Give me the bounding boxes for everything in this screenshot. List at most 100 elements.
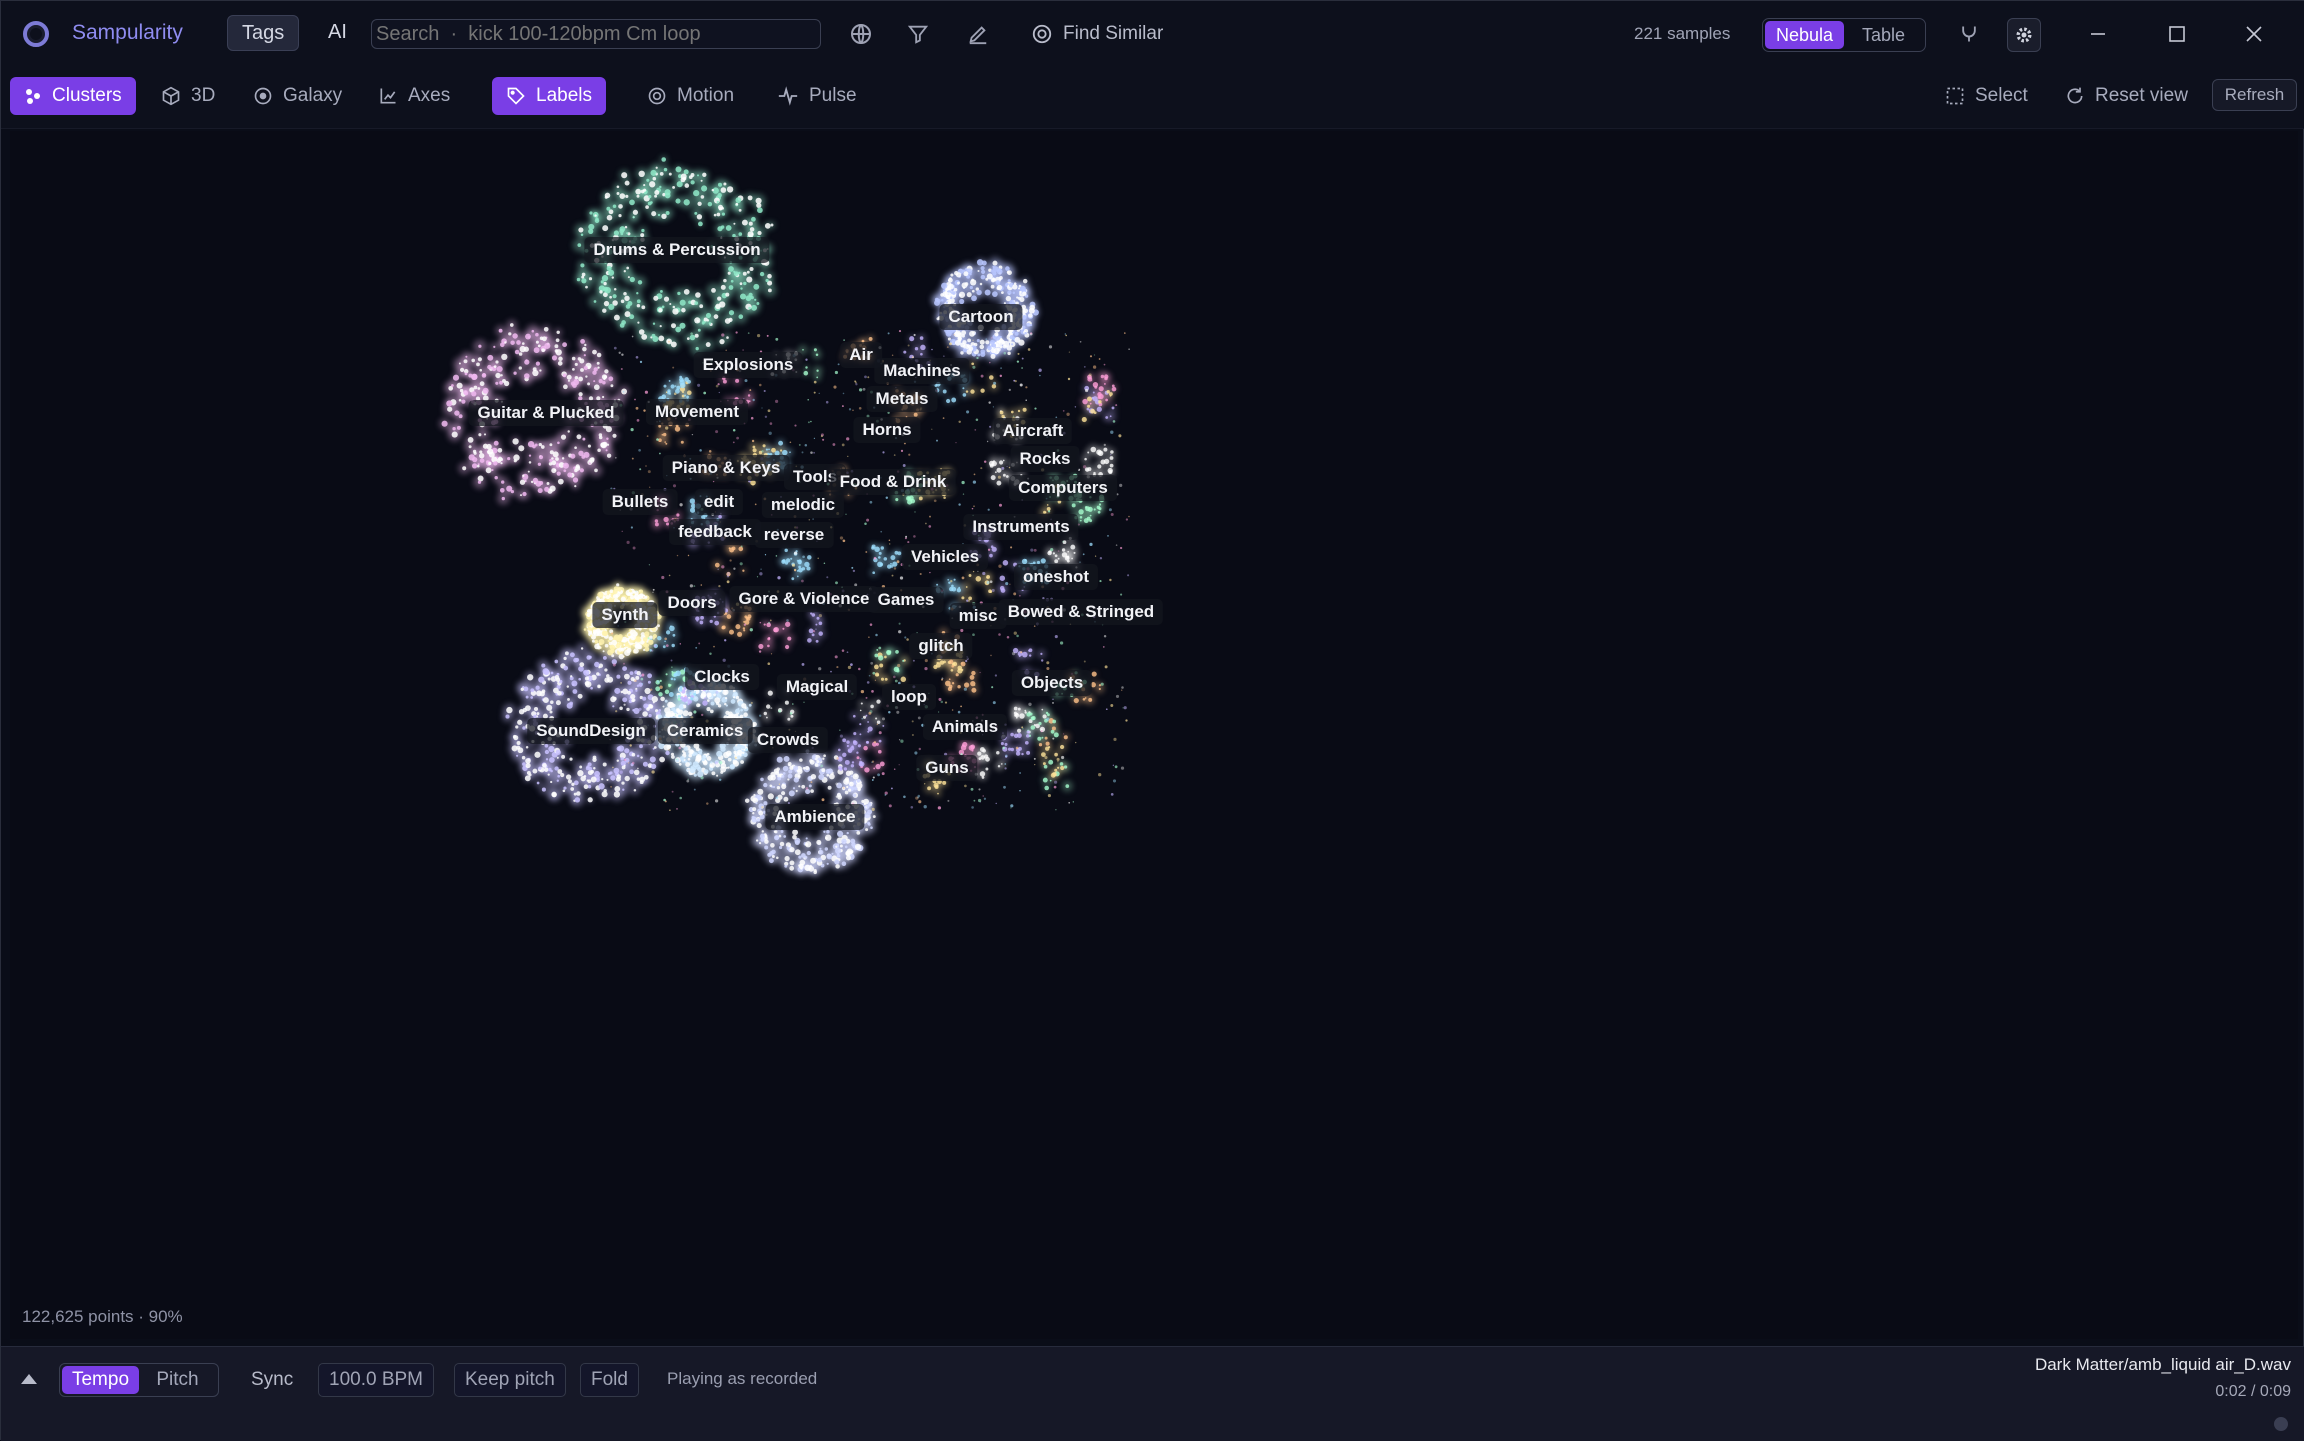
cluster-label[interactable]: Horns: [853, 417, 920, 443]
pencil-icon[interactable]: [965, 21, 991, 47]
cluster-label[interactable]: Piano & Keys: [663, 455, 790, 481]
maximize-icon[interactable]: [2162, 19, 2192, 49]
cluster-label[interactable]: Movement: [646, 399, 748, 425]
fold-button[interactable]: Fold: [580, 1363, 639, 1397]
cluster-label[interactable]: loop: [882, 684, 936, 710]
settings-button[interactable]: [2007, 18, 2041, 52]
axes-label: Axes: [408, 85, 450, 107]
axes-button[interactable]: Axes: [364, 77, 464, 115]
tag-icon: [506, 86, 526, 106]
cluster-label[interactable]: Synth: [592, 602, 657, 628]
search-input[interactable]: [376, 23, 820, 46]
cluster-label[interactable]: SoundDesign: [527, 718, 655, 744]
mode-tempo[interactable]: Tempo: [62, 1366, 139, 1394]
cluster-label[interactable]: reverse: [755, 522, 834, 548]
minimize-icon[interactable]: [2083, 19, 2113, 49]
axes-icon: [378, 86, 398, 106]
labels-button[interactable]: Labels: [492, 77, 606, 115]
nebula-canvas[interactable]: Drums & PercussionCartoonAirExplosionsMa…: [10, 131, 2298, 1339]
motion-label: Motion: [677, 85, 734, 107]
cluster-label[interactable]: glitch: [909, 633, 972, 659]
mode-pitch[interactable]: Pitch: [139, 1366, 216, 1394]
cluster-label[interactable]: Magical: [777, 674, 857, 700]
motion-button[interactable]: Motion: [633, 77, 748, 115]
tab-tags[interactable]: Tags: [227, 15, 299, 51]
title-bar: Sampularity Tags AI Find Similar 221 sam…: [1, 1, 2304, 67]
cluster-label[interactable]: Crowds: [748, 727, 828, 753]
cluster-label[interactable]: feedback: [669, 519, 761, 545]
cluster-label[interactable]: Drums & Percussion: [584, 237, 769, 263]
cluster-label[interactable]: melodic: [762, 492, 844, 518]
now-playing-file: Dark Matter/amb_liquid air_D.wav: [2035, 1355, 2291, 1375]
collapse-up-icon[interactable]: [19, 1370, 39, 1388]
3d-label: 3D: [191, 85, 215, 107]
clusters-label: Clusters: [52, 85, 122, 107]
tab-ai[interactable]: AI: [314, 15, 361, 51]
cluster-label[interactable]: Ambience: [765, 804, 864, 830]
reset-view-label: Reset view: [2095, 85, 2188, 107]
cluster-label[interactable]: Computers: [1009, 475, 1117, 501]
pulse-icon: [777, 85, 799, 107]
globe-icon[interactable]: [848, 21, 874, 47]
cluster-label[interactable]: Bullets: [603, 489, 678, 515]
close-icon[interactable]: [2239, 19, 2269, 49]
clusters-icon: [24, 87, 42, 105]
cluster-label[interactable]: Bowed & Stringed: [999, 599, 1163, 625]
cluster-label[interactable]: Games: [869, 587, 944, 613]
app-name: Sampularity: [72, 21, 183, 45]
select-button[interactable]: Select: [1931, 77, 2042, 115]
cluster-label[interactable]: Guitar & Plucked: [469, 400, 624, 426]
refresh-button[interactable]: Refresh: [2212, 79, 2297, 111]
nebula-points: [10, 131, 2298, 1339]
view-nebula[interactable]: Nebula: [1765, 21, 1844, 49]
cluster-label[interactable]: Vehicles: [902, 544, 988, 570]
find-similar-button[interactable]: Find Similar: [1031, 19, 1163, 49]
cluster-label[interactable]: edit: [695, 489, 743, 515]
fork-icon[interactable]: [1956, 21, 1982, 47]
playback-time: 0:02 / 0:09: [2215, 1383, 2291, 1401]
view-table[interactable]: Table: [1844, 21, 1923, 49]
sync-button[interactable]: Sync: [251, 1369, 293, 1391]
playback-mode-toggle: Tempo Pitch: [59, 1363, 219, 1397]
cluster-label[interactable]: Food & Drink: [831, 469, 956, 495]
cluster-label[interactable]: Rocks: [1010, 446, 1079, 472]
3d-button[interactable]: 3D: [147, 77, 229, 115]
cluster-label[interactable]: Explosions: [694, 352, 803, 378]
reset-view-button[interactable]: Reset view: [2051, 77, 2202, 115]
gear-icon: [2014, 25, 2034, 45]
cluster-label[interactable]: Aircraft: [994, 418, 1072, 444]
cluster-label[interactable]: Animals: [923, 714, 1007, 740]
cluster-label[interactable]: Objects: [1012, 670, 1092, 696]
cluster-label[interactable]: Cartoon: [939, 304, 1022, 330]
pulse-label: Pulse: [809, 85, 857, 107]
keep-pitch-button[interactable]: Keep pitch: [454, 1363, 566, 1397]
cluster-label[interactable]: oneshot: [1014, 564, 1098, 590]
playback-status: Playing as recorded: [667, 1369, 817, 1389]
resize-handle[interactable]: [2274, 1417, 2288, 1431]
find-similar-label: Find Similar: [1063, 23, 1163, 45]
player-bar: Tempo Pitch Sync 100.0 BPM Keep pitch Fo…: [1, 1346, 2304, 1441]
view-toolbar: Clusters 3D Galaxy Axes Labels Motion Pu…: [1, 67, 2304, 129]
motion-icon: [647, 86, 667, 106]
select-label: Select: [1975, 85, 2028, 107]
bpm-field[interactable]: 100.0 BPM: [318, 1363, 434, 1397]
cluster-label[interactable]: Instruments: [963, 514, 1078, 540]
cluster-label[interactable]: Gore & Violence: [729, 586, 878, 612]
cluster-label[interactable]: Machines: [874, 358, 969, 384]
galaxy-button[interactable]: Galaxy: [239, 77, 356, 115]
view-toggle: Nebula Table: [1762, 18, 1926, 52]
pulse-button[interactable]: Pulse: [763, 77, 871, 115]
clusters-button[interactable]: Clusters: [10, 77, 136, 115]
target-icon: [1031, 23, 1053, 45]
galaxy-icon: [253, 86, 273, 106]
cluster-label[interactable]: Metals: [867, 386, 938, 412]
select-icon: [1945, 86, 1965, 106]
cluster-label[interactable]: Doors: [658, 590, 725, 616]
search-box[interactable]: [371, 19, 821, 49]
cluster-label[interactable]: Guns: [916, 755, 977, 781]
cluster-label[interactable]: Ceramics: [658, 718, 753, 744]
cube-icon: [161, 86, 181, 106]
cluster-label[interactable]: Clocks: [685, 664, 759, 690]
samples-count: 221 samples: [1634, 24, 1730, 44]
filter-icon[interactable]: [905, 21, 931, 47]
